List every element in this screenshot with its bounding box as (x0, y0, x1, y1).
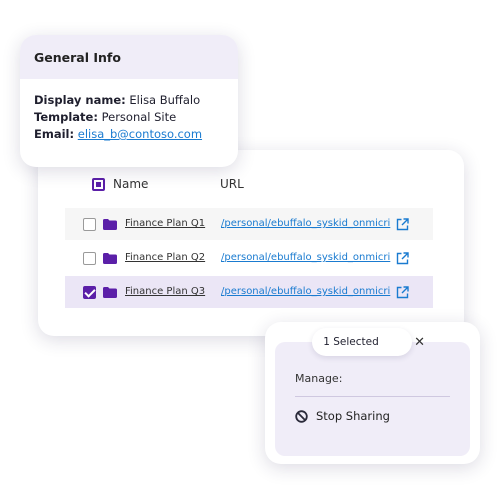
external-link-icon[interactable] (396, 252, 409, 265)
general-info-card: General Info Display name: Elisa Buffalo… (20, 35, 238, 167)
email-label: Email: (34, 127, 75, 141)
template-line: Template: Personal Site (34, 109, 224, 126)
file-name-link[interactable]: Finance Plan Q2 (125, 252, 205, 263)
general-info-title: General Info (20, 35, 238, 79)
file-url-link[interactable]: /personal/ebuffalo_syskid_onmicri (221, 286, 390, 297)
folder-icon (103, 219, 117, 230)
column-header-name[interactable]: Name (113, 177, 148, 191)
manage-panel: Manage: Stop Sharing (275, 342, 470, 456)
file-name-link[interactable]: Finance Plan Q1 (125, 218, 205, 229)
email-line: Email: elisa_b@contoso.com (34, 126, 224, 143)
general-info-body: Display name: Elisa Buffalo Template: Pe… (20, 79, 238, 156)
template-value: Personal Site (101, 110, 177, 124)
row-checkbox[interactable] (83, 252, 96, 265)
file-url-link[interactable]: /personal/ebuffalo_syskid_onmicri (221, 252, 390, 263)
close-icon[interactable]: ✕ (414, 335, 425, 350)
file-url-link[interactable]: /personal/ebuffalo_syskid_onmicri (221, 218, 390, 229)
selected-count: 1 Selected (323, 336, 379, 348)
display-name-value: Elisa Buffalo (129, 93, 201, 107)
email-link[interactable]: elisa_b@contoso.com (78, 127, 202, 141)
external-link-icon[interactable] (396, 218, 409, 231)
stop-sharing-button[interactable]: Stop Sharing (295, 409, 390, 423)
column-header-url[interactable]: URL (220, 177, 244, 191)
manage-label: Manage: (295, 372, 343, 385)
row-checkbox-checked[interactable] (83, 286, 96, 299)
divider (295, 396, 450, 397)
selected-count-pill: 1 Selected (312, 328, 412, 356)
display-name-label: Display name: (34, 93, 126, 107)
stop-icon (295, 409, 308, 423)
stop-sharing-label: Stop Sharing (316, 409, 390, 423)
template-label: Template: (34, 110, 98, 124)
file-name-link[interactable]: Finance Plan Q3 (125, 286, 205, 297)
folder-icon (103, 253, 117, 264)
selection-panel: Manage: Stop Sharing 1 Selected ✕ (265, 322, 480, 464)
external-link-icon[interactable] (396, 286, 409, 299)
select-all-checkbox[interactable] (92, 178, 105, 191)
folder-icon (103, 287, 117, 298)
row-checkbox[interactable] (83, 218, 96, 231)
display-name-line: Display name: Elisa Buffalo (34, 92, 224, 109)
